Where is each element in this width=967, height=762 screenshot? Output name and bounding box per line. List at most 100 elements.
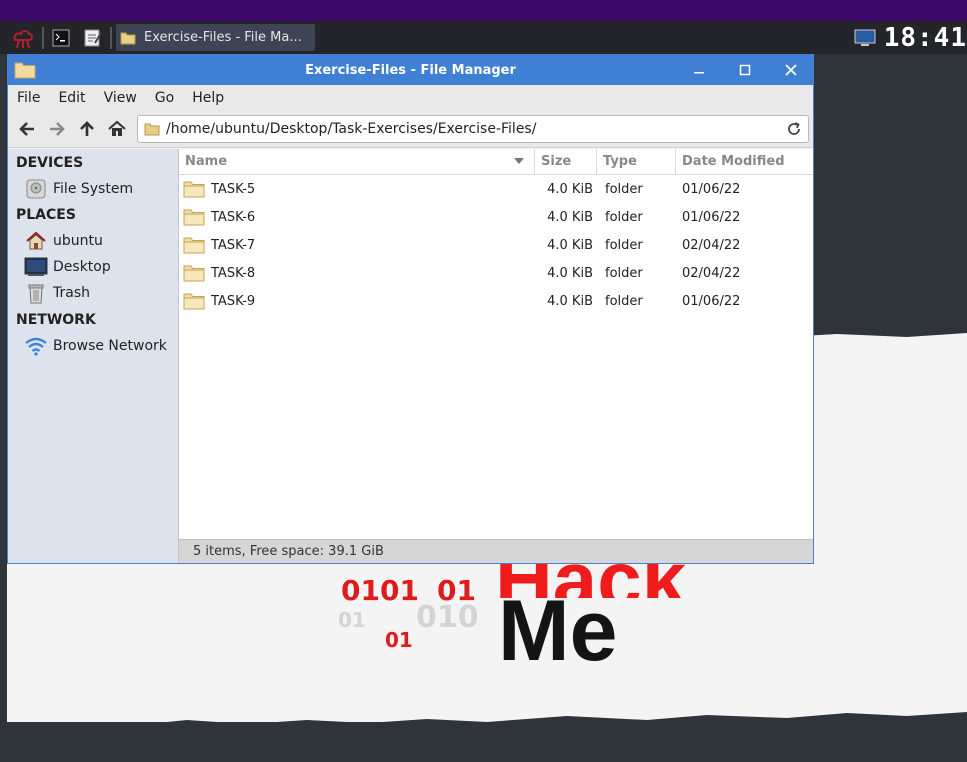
sidebar-item-ubuntu[interactable]: ubuntu [8,228,178,254]
column-header-type[interactable]: Type [597,149,676,174]
menu-help[interactable]: Help [183,90,233,106]
terminal-icon[interactable] [48,25,74,51]
folder-icon [183,292,205,310]
file-date: 01/06/22 [682,209,741,225]
file-date: 01/06/22 [682,293,741,309]
column-header-size[interactable]: Size [535,149,597,174]
file-name: TASK-9 [211,293,256,309]
folder-icon [183,264,205,282]
file-name: TASK-7 [211,237,256,253]
column-date-label: Date Modified [682,154,785,169]
wifi-icon [24,335,48,357]
desktop-icon [24,256,48,278]
file-type: folder [605,181,643,197]
forward-button[interactable] [42,114,72,144]
text-editor-icon[interactable] [80,25,106,51]
file-name: TASK-8 [211,265,256,281]
sidebar: DEVICES File System PLACES ubuntu Deskto… [8,149,179,563]
sidebar-item-label: Desktop [53,259,111,275]
column-header-row: Name Size Type Date Modified [179,149,813,175]
back-button[interactable] [12,114,42,144]
wallpaper-binary: 010 [416,600,479,635]
file-type: folder [605,237,643,253]
file-type: folder [605,265,643,281]
file-date: 02/04/22 [682,237,741,253]
menu-file[interactable]: File [8,90,49,106]
panel-clock[interactable]: 18:41 [854,21,967,54]
sort-down-icon [514,158,524,164]
taskbar-window-title: Exercise-Files - File Ma... [144,30,302,45]
column-header-date[interactable]: Date Modified [676,149,813,174]
paper-torn-edge-bottom [7,682,967,730]
location-bar[interactable]: /home/ubuntu/Desktop/Task-Exercises/Exer… [137,115,809,143]
table-row[interactable]: TASK-6 4.0 KiB folder 01/06/22 [179,203,813,231]
drive-icon [24,178,48,200]
minimize-button[interactable] [688,59,710,81]
desktop-left-edge [0,54,7,762]
folder-icon [144,122,160,136]
reload-icon[interactable] [786,121,802,137]
table-row[interactable]: TASK-5 4.0 KiB folder 01/06/22 [179,175,813,203]
maximize-button[interactable] [734,59,756,81]
top-strip [0,0,967,21]
table-row[interactable]: TASK-9 4.0 KiB folder 01/06/22 [179,287,813,315]
sidebar-item-label: ubuntu [53,233,103,249]
sidebar-item-label: Browse Network [53,338,167,354]
column-header-name[interactable]: Name [179,149,535,174]
home-button[interactable] [102,114,132,144]
app-menu-icon[interactable] [8,25,38,51]
window-titlebar[interactable]: Exercise-Files - File Manager [8,55,813,85]
column-name-label: Name [185,154,228,169]
close-button[interactable] [780,59,802,81]
wallpaper-binary: 0101 [341,574,419,607]
top-panel: Exercise-Files - File Ma... 18:41 [0,21,967,54]
home-icon [24,230,48,252]
sidebar-item-trash[interactable]: Trash [8,280,178,306]
folder-icon [120,31,136,45]
status-bar: 5 items, Free space: 39.1 GiB [179,539,813,563]
folder-icon [183,208,205,226]
folder-icon [183,180,205,198]
monitor-icon [854,29,876,47]
table-row[interactable]: TASK-7 4.0 KiB folder 02/04/22 [179,231,813,259]
taskbar-window-button[interactable]: Exercise-Files - File Ma... [116,24,315,51]
menu-edit[interactable]: Edit [49,90,94,106]
column-type-label: Type [603,154,637,169]
menu-bar: File Edit View Go Help [8,85,813,111]
table-row[interactable]: TASK-8 4.0 KiB folder 02/04/22 [179,259,813,287]
file-date: 01/06/22 [682,181,741,197]
file-list: Name Size Type Date Modified TASK-5 4.0 … [179,149,813,539]
file-type: folder [605,293,643,309]
status-text: 5 items, Free space: 39.1 GiB [193,544,384,559]
file-name: TASK-5 [211,181,256,197]
sidebar-header-places: PLACES [16,207,76,223]
sidebar-item-browse-network[interactable]: Browse Network [8,333,178,359]
wallpaper-binary: 01 [338,608,366,632]
sidebar-item-label: Trash [53,285,90,301]
file-size: 4.0 KiB [547,209,593,225]
sidebar-header-network: NETWORK [16,312,96,328]
folder-icon [183,236,205,254]
file-type: folder [605,209,643,225]
menu-go[interactable]: Go [146,90,183,106]
clock-text: 18:41 [883,22,967,53]
panel-separator [110,26,112,49]
file-date: 02/04/22 [682,265,741,281]
file-size: 4.0 KiB [547,181,593,197]
sidebar-item-file-system[interactable]: File System [8,176,178,202]
up-button[interactable] [72,114,102,144]
file-size: 4.0 KiB [547,237,593,253]
menu-view[interactable]: View [95,90,146,106]
file-manager-window: Exercise-Files - File Manager File Edit … [7,54,814,564]
file-size: 4.0 KiB [547,265,593,281]
sidebar-header-devices: DEVICES [16,155,84,171]
wallpaper-me-text: Me [498,583,618,679]
file-name: TASK-6 [211,209,256,225]
sidebar-item-label: File System [53,181,134,197]
trash-icon [24,282,48,304]
sidebar-item-desktop[interactable]: Desktop [8,254,178,280]
column-size-label: Size [541,154,572,169]
panel-separator [42,26,44,49]
location-path: /home/ubuntu/Desktop/Task-Exercises/Exer… [166,121,537,137]
file-size: 4.0 KiB [547,293,593,309]
